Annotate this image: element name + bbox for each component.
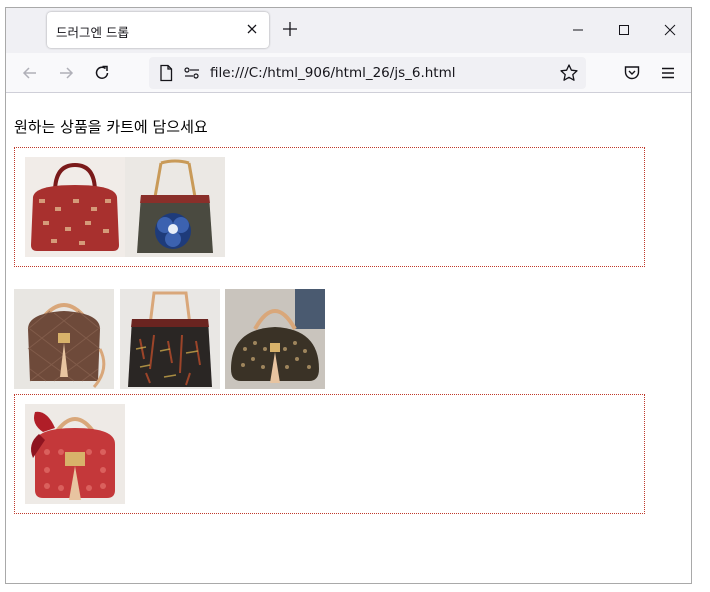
page-icon: [158, 64, 174, 82]
new-tab-icon[interactable]: [281, 20, 299, 38]
browser-window: 드러그엔 드롭 file:///C:/html_906/html_26/js_6…: [5, 7, 692, 584]
second-drop-zone[interactable]: [14, 394, 645, 514]
pocket-icon[interactable]: [622, 63, 642, 83]
product-red-scarf-bag[interactable]: [25, 404, 125, 504]
hamburger-menu-icon[interactable]: [658, 63, 678, 83]
star-icon[interactable]: [559, 63, 579, 83]
close-window-icon[interactable]: [658, 18, 682, 42]
url-bar[interactable]: file:///C:/html_906/html_26/js_6.html: [149, 57, 586, 89]
forward-arrow-icon[interactable]: [56, 63, 76, 83]
url-text[interactable]: file:///C:/html_906/html_26/js_6.html: [210, 65, 456, 81]
maximize-icon[interactable]: [612, 18, 636, 42]
product-dark-tote-bag[interactable]: [120, 289, 220, 389]
product-red-patterned-bag[interactable]: [25, 157, 125, 257]
page-heading: 원하는 상품을 카트에 담으세요: [14, 118, 208, 136]
close-tab-icon[interactable]: [243, 20, 261, 38]
nav-toolbar: file:///C:/html_906/html_26/js_6.html: [6, 53, 691, 93]
tab-title: 드러그엔 드롭: [56, 25, 129, 40]
minimize-icon[interactable]: [566, 18, 590, 42]
page-content: 원하는 상품을 카트에 담으세요: [6, 93, 691, 583]
product-flower-tote-bag[interactable]: [125, 157, 225, 257]
tab-bar: 드러그엔 드롭: [6, 8, 691, 53]
cart-drop-zone[interactable]: [14, 147, 645, 267]
reload-icon[interactable]: [92, 63, 112, 83]
back-arrow-icon[interactable]: [20, 63, 40, 83]
tab-active[interactable]: 드러그엔 드롭: [47, 12, 269, 48]
permissions-icon[interactable]: [183, 65, 201, 81]
product-woven-dome-bag[interactable]: [225, 289, 325, 389]
product-brown-crossbody-bag[interactable]: [14, 289, 114, 389]
